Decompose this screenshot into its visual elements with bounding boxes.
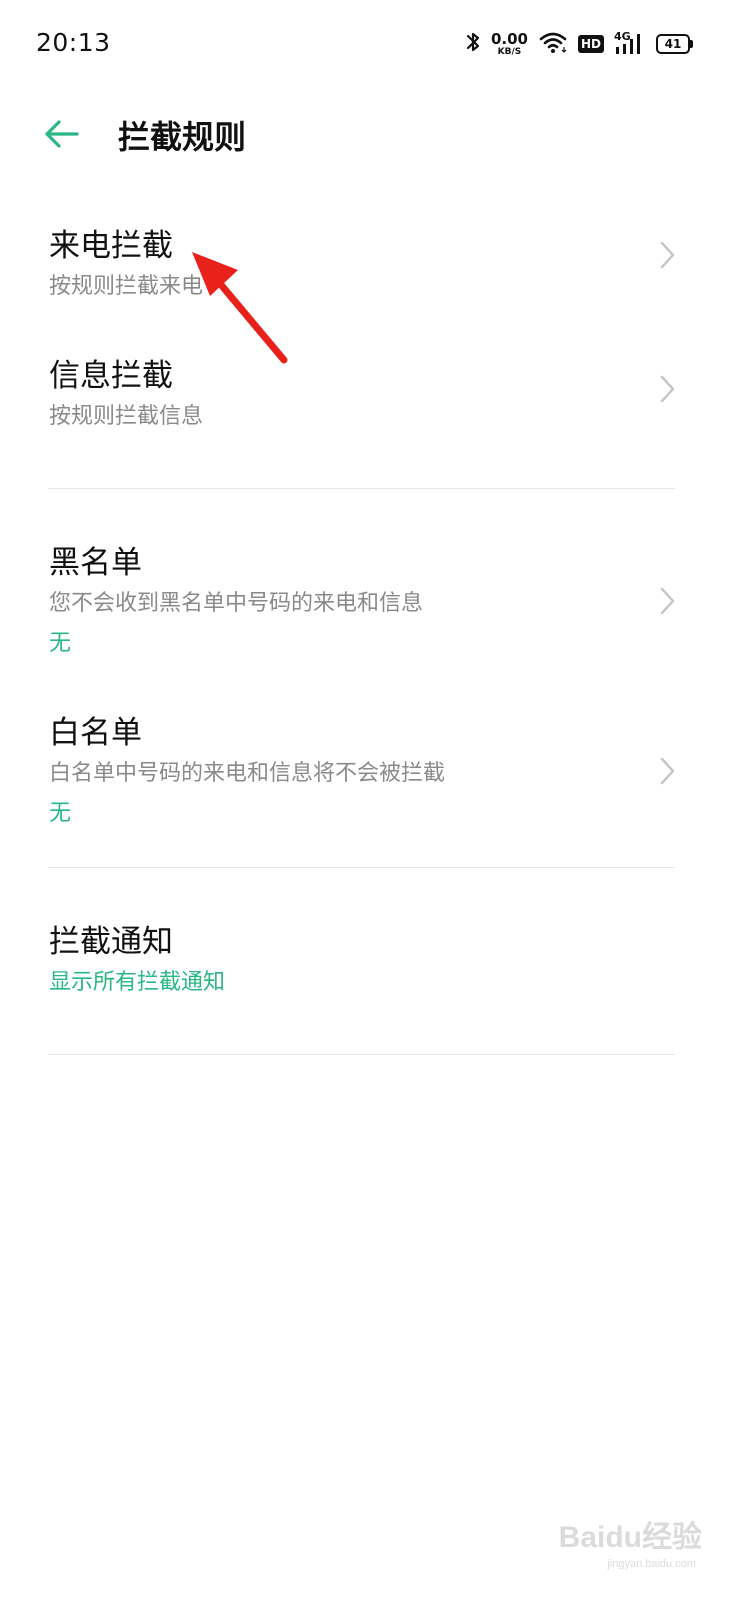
item-title: 信息拦截 <box>49 358 173 394</box>
whitelist-item[interactable]: 白名单 白名单中号码的来电和信息将不会被拦截 无 <box>0 669 738 839</box>
item-summary: 按规则拦截来电 <box>49 274 204 299</box>
chevron-right-icon <box>660 757 675 785</box>
settings-list: 来电拦截 按规则拦截来电 信息拦截 按规则拦截信息 黑名单 您不会收到黑名单中号… <box>0 186 738 1055</box>
status-icons: 0.00 KB/S HD 4G 41 <box>465 26 693 62</box>
net-speed: 0.00 KB/S <box>490 29 528 57</box>
watermark-text: Baidu经验 <box>558 1521 702 1554</box>
section-divider <box>48 1054 675 1055</box>
chevron-right-icon <box>660 241 675 269</box>
back-button[interactable] <box>36 114 86 154</box>
item-summary: 白名单中号码的来电和信息将不会被拦截 <box>49 761 446 786</box>
wifi-icon <box>538 30 568 58</box>
page-title: 拦截规则 <box>118 118 247 156</box>
call-block-item[interactable]: 来电拦截 按规则拦截来电 <box>0 186 738 324</box>
item-title: 来电拦截 <box>49 228 173 264</box>
item-summary: 按规则拦截信息 <box>49 404 204 429</box>
watermark-sub: jingyan.baidu.com <box>607 1558 696 1570</box>
item-summary: 您不会收到黑名单中号码的来电和信息 <box>49 591 424 616</box>
item-title: 拦截通知 <box>49 924 173 960</box>
chevron-right-icon <box>660 375 675 403</box>
net-speed-value: 0.00 <box>490 29 528 48</box>
bluetooth-icon <box>465 30 481 58</box>
battery-level: 41 <box>664 37 682 51</box>
status-bar: 20:13 0.00 KB/S HD 4G 41 <box>0 0 738 88</box>
app-bar: 拦截规则 <box>0 96 738 176</box>
block-notification-item[interactable]: 拦截通知 显示所有拦截通知 <box>0 868 738 1018</box>
blacklist-item[interactable]: 黑名单 您不会收到黑名单中号码的来电和信息 无 <box>0 489 738 669</box>
hd-icon: HD <box>577 35 604 53</box>
chevron-right-icon <box>660 587 675 615</box>
item-title: 白名单 <box>49 715 142 751</box>
item-status: 无 <box>49 631 72 656</box>
item-title: 黑名单 <box>49 545 142 581</box>
net-speed-unit: KB/S <box>497 46 522 57</box>
item-status: 无 <box>49 801 72 826</box>
battery-icon: 41 <box>656 34 693 54</box>
item-status: 显示所有拦截通知 <box>49 970 226 995</box>
status-time: 20:13 <box>36 28 111 57</box>
message-block-item[interactable]: 信息拦截 按规则拦截信息 <box>0 324 738 462</box>
signal-icon: 4G <box>614 31 646 57</box>
baidu-watermark: Baidu经验 jingyan.baidu.com <box>532 1512 702 1572</box>
arrow-left-icon <box>45 120 79 148</box>
